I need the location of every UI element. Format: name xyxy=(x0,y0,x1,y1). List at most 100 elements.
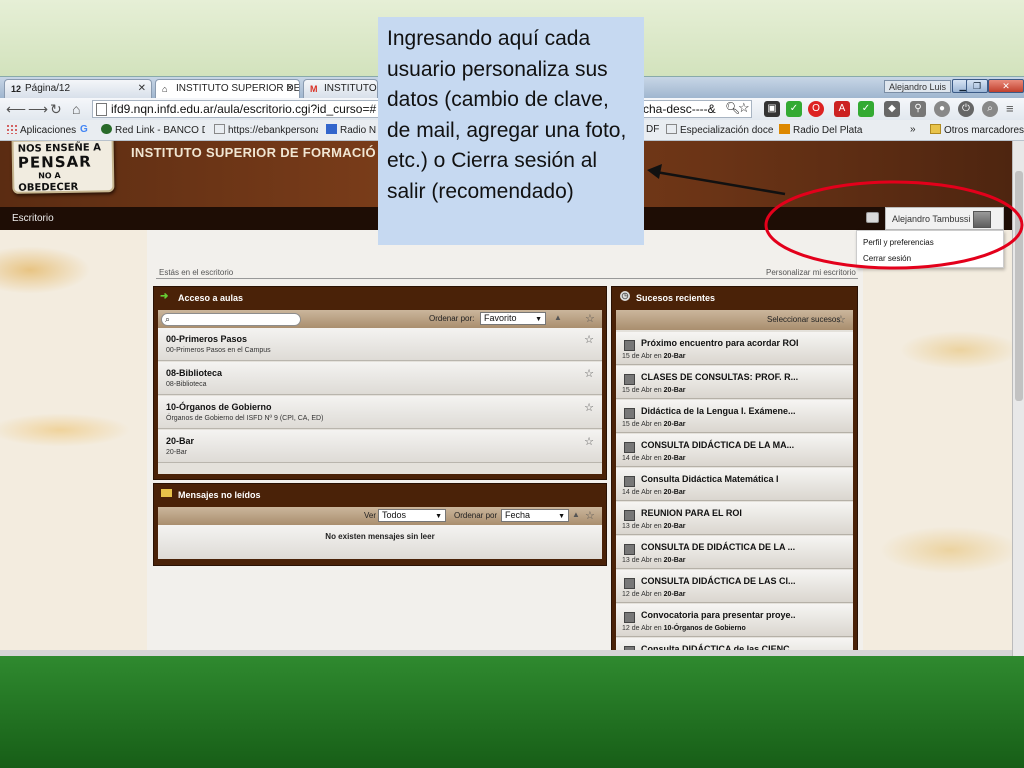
sort-select[interactable]: Favorito ▼ xyxy=(480,312,546,325)
event-item[interactable]: Convocatoria para presentar proye.. 12 de… xyxy=(616,604,853,637)
annotation-callout: Ingresando aquí cada usuario personaliza… xyxy=(378,17,644,245)
opera-icon[interactable]: O xyxy=(808,101,824,117)
avatar xyxy=(973,211,991,228)
bookmark-apps[interactable]: Aplicaciones xyxy=(6,124,76,136)
google-icon[interactable]: G xyxy=(80,124,88,135)
radio-icon xyxy=(779,124,790,134)
vertical-scrollbar[interactable] xyxy=(1012,141,1024,656)
bookmark-star-icon[interactable]: ☆ xyxy=(738,101,750,116)
close-window-button[interactable]: ✕ xyxy=(988,79,1024,93)
course-row[interactable]: 00-Primeros Pasos 00-Primeros Pasos en el… xyxy=(158,328,602,361)
ver-select[interactable]: Todos ▼ xyxy=(378,509,446,522)
favorite-star-icon[interactable]: ☆ xyxy=(584,367,594,380)
forward-icon[interactable]: ⟶ xyxy=(28,101,48,117)
chevron-down-icon: ▼ xyxy=(558,513,565,520)
search-extension-icon[interactable]: ⌕ xyxy=(982,101,998,117)
window-user-badge[interactable]: Alejandro Luis xyxy=(884,80,952,93)
tab-label: INSTITUTO SUPERIOR DE xyxy=(176,83,300,94)
tab-gmail[interactable]: M INSTITUTO SU xyxy=(303,79,378,98)
course-row[interactable]: 10-Órganos de Gobierno Órganos de Gobiern… xyxy=(158,396,602,429)
event-item[interactable]: CONSULTA DE DIDÁCTICA DE LA ... 13 de Abr… xyxy=(616,536,853,569)
sort-select[interactable]: Fecha ▼ xyxy=(501,509,569,522)
favorite-star-icon[interactable]: ☆ xyxy=(584,435,594,448)
logo-line: OBEDECER xyxy=(18,181,79,194)
bookmark-especializacion[interactable]: Especialización doce xyxy=(666,124,774,136)
sucesos-panel: ◷ Sucesos recientes Seleccionar sucesos … xyxy=(611,286,858,656)
bookmark-otros[interactable]: Otros marcadores xyxy=(930,124,1024,136)
panel-toolbar: Seleccionar sucesos ☆ xyxy=(616,310,853,330)
tab-instituto[interactable]: ⌂ INSTITUTO SUPERIOR DE ✕ xyxy=(155,79,300,98)
sort-asc-icon[interactable]: ▲ xyxy=(572,510,580,519)
tab-pagina12[interactable]: 12 Página/12 ✕ xyxy=(4,79,152,98)
favorite-star-icon[interactable]: ☆ xyxy=(584,401,594,414)
user-dropdown-menu: Perfil y preferencias Cerrar sesión xyxy=(856,230,1004,268)
select-events-link[interactable]: Seleccionar sucesos xyxy=(767,315,840,324)
slide-bottom-band xyxy=(0,656,1024,768)
maximize-button[interactable]: ❐ xyxy=(966,79,988,93)
event-icon xyxy=(624,408,635,419)
favorite-star-icon[interactable]: ☆ xyxy=(584,333,594,346)
reload-icon[interactable]: ↻ xyxy=(50,101,62,117)
event-icon xyxy=(624,544,635,555)
customize-desk-link[interactable]: Personalizar mi escritorio xyxy=(766,268,856,277)
bookmarks-overflow-icon[interactable]: » xyxy=(910,124,916,135)
event-item[interactable]: Didáctica de la Lengua I. Exámene... 15 d… xyxy=(616,400,853,433)
panel-header: ➜ Acceso a aulas xyxy=(154,287,606,307)
event-icon xyxy=(624,340,635,351)
event-item[interactable]: CONSULTA DIDÁCTICA DE LAS CI... 12 de Abr… xyxy=(616,570,853,603)
favorite-filter-star-icon[interactable]: ☆ xyxy=(585,509,595,522)
briefcase-icon[interactable] xyxy=(866,212,879,223)
bookmark-radio-del-plata[interactable]: Radio Del Plata xyxy=(779,124,862,136)
event-item[interactable]: CONSULTA DIDÁCTICA DE LA MA... 14 de Abr … xyxy=(616,434,853,467)
menu-item-cerrar-sesion[interactable]: Cerrar sesión xyxy=(863,254,911,263)
chevron-down-icon: ▼ xyxy=(435,513,442,520)
circle-icon[interactable]: ● xyxy=(934,101,950,117)
sort-asc-icon[interactable]: ▲ xyxy=(554,313,562,322)
page-icon xyxy=(214,124,225,134)
menu-icon[interactable]: ≡ xyxy=(1006,101,1014,117)
back-icon[interactable]: ⟵ xyxy=(6,101,26,117)
pdf-icon[interactable]: A xyxy=(834,101,850,117)
check-extension-icon[interactable]: ✓ xyxy=(858,101,874,117)
bookmark-df[interactable]: DF xyxy=(646,124,659,135)
event-item[interactable]: REUNION PARA EL ROI 13 de Abr en 20-Bar xyxy=(616,502,853,535)
favorite-filter-star-icon[interactable]: ☆ xyxy=(836,313,846,326)
chevron-down-icon: ▼ xyxy=(535,316,542,323)
menu-item-perfil[interactable]: Perfil y preferencias xyxy=(863,238,934,247)
event-item[interactable]: CLASES DE CONSULTAS: PROF. R... 15 de Abr… xyxy=(616,366,853,399)
sort-label: Ordenar por xyxy=(454,511,498,520)
event-item[interactable]: Consulta Didáctica Matemática I 14 de Abr… xyxy=(616,468,853,501)
panel-header: ◷ Sucesos recientes xyxy=(612,287,857,307)
close-tab-icon[interactable]: ✕ xyxy=(138,83,146,94)
panel-header: Mensajes no leídos xyxy=(154,484,606,504)
power-icon[interactable]: ⏻ xyxy=(958,101,974,117)
page-icon xyxy=(96,103,107,116)
sort-label: Ordenar por: xyxy=(429,314,475,323)
menu-escritorio[interactable]: Escritorio xyxy=(12,213,54,224)
home-icon[interactable]: ⌂ xyxy=(72,101,80,117)
event-item[interactable]: Próximo encuentro para acordar ROI 15 de … xyxy=(616,332,853,365)
extension-icon[interactable]: ▣ xyxy=(764,101,780,117)
institute-logo[interactable]: NOS ENSEÑE A PENSAR NO A OBEDECER xyxy=(11,141,115,194)
course-row[interactable]: 08-Biblioteca 08-Biblioteca ☆ xyxy=(158,362,602,395)
bookmark-ebank[interactable]: https://ebankpersona xyxy=(214,124,318,136)
pin-icon[interactable]: ⚲ xyxy=(910,101,926,117)
scrollbar-thumb[interactable] xyxy=(1015,171,1023,401)
panel-body: Ver Todos ▼ Ordenar por Fecha ▼ ▲ ☆ No exi… xyxy=(158,507,602,559)
logo-line: PENSAR xyxy=(17,152,92,172)
url-text: ifd9.nqn.infd.edu.ar/aula/escritorio.cgi… xyxy=(111,102,377,116)
search-input[interactable]: ⌕ xyxy=(161,313,301,326)
house-icon: ⌂ xyxy=(162,84,168,94)
favorite-filter-star-icon[interactable]: ☆ xyxy=(585,312,595,325)
panel-title: Acceso a aulas xyxy=(178,293,244,303)
arrow-icon: ➜ xyxy=(160,291,169,302)
bookmark-radio-na[interactable]: Radio Na xyxy=(326,124,376,136)
page-icon xyxy=(666,124,677,134)
shield-icon[interactable]: ◆ xyxy=(884,101,900,117)
course-row[interactable]: 20-Bar 20-Bar ☆ xyxy=(158,430,602,463)
bookmark-redlink[interactable]: Red Link - BANCO DE xyxy=(101,124,205,136)
close-tab-icon[interactable]: ✕ xyxy=(286,83,294,94)
check-extension-icon[interactable]: ✓ xyxy=(786,101,802,117)
user-menu-button[interactable]: Alejandro Tambussi xyxy=(885,207,1004,230)
panel-body: ⌕ Ordenar por: Favorito ▼ ▲ ☆ 00-Primeros… xyxy=(158,310,602,474)
